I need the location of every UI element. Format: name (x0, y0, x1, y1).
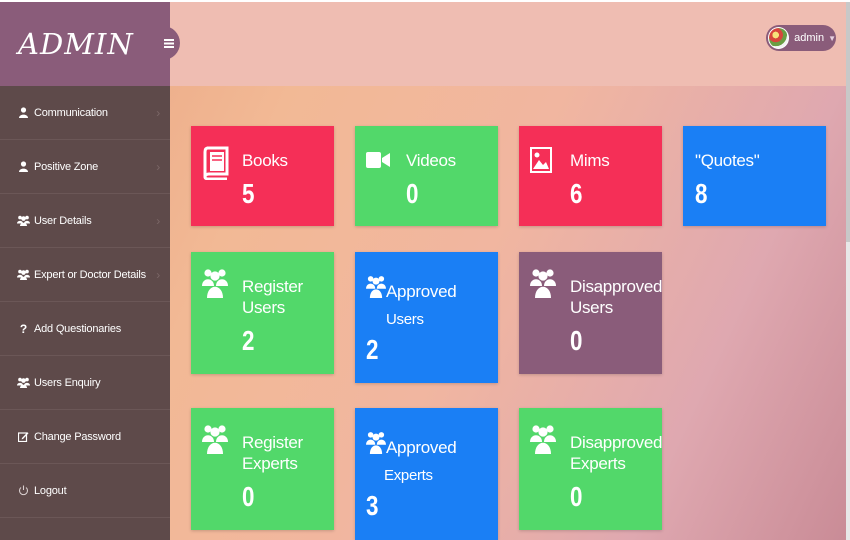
sidebar-item-add-questionaries[interactable]: ? Add Questionaries (0, 302, 170, 356)
users-icon (366, 431, 386, 459)
image-icon (530, 147, 552, 178)
tile-label: Register Users (242, 276, 303, 318)
disapproved-users-tile[interactable]: Disapproved Users 0 (519, 252, 662, 374)
users-icon (17, 269, 30, 280)
tile-value: 2 (242, 325, 255, 356)
tile-label: Disapproved Users (570, 276, 662, 318)
mims-tile[interactable]: Mims 6 (519, 126, 662, 226)
register-users-tile[interactable]: Register Users 2 (191, 252, 334, 374)
tile-value: 0 (406, 178, 419, 209)
tile-value: 6 (570, 178, 583, 209)
approved-experts-tile[interactable]: Approved Experts 3 (355, 408, 498, 540)
chevron-right-icon: › (156, 267, 160, 282)
sidebar-item-label: User Details (34, 214, 92, 227)
user-menu[interactable]: admin ▼ (766, 25, 836, 51)
users-icon (366, 275, 386, 303)
tile-label-line-2: Experts (384, 467, 433, 484)
sidebar-item-label: Positive Zone (34, 160, 99, 173)
sidebar-item-positive-zone[interactable]: Positive Zone › (0, 140, 170, 194)
sidebar-item-logout[interactable]: Logout (0, 464, 170, 518)
power-icon (17, 485, 30, 496)
sidebar-item-change-password[interactable]: Change Password (0, 410, 170, 464)
edit-icon (17, 431, 30, 442)
users-icon (202, 268, 228, 303)
disapproved-experts-tile[interactable]: Disapproved Experts 0 (519, 408, 662, 530)
chevron-right-icon: › (156, 213, 160, 228)
tile-label-line-1: Register (242, 277, 303, 296)
tile-label-line-2: Users (386, 311, 424, 328)
videos-tile[interactable]: Videos 0 (355, 126, 498, 226)
tile-label: Register Experts (242, 432, 303, 474)
tile-label: Videos (406, 151, 456, 170)
tile-label-line-1: Approved (386, 282, 457, 301)
users-icon (202, 424, 228, 459)
users-icon (530, 424, 556, 459)
sidebar-item-label: Expert or Doctor Details (34, 268, 146, 281)
sidebar: Communication › Positive Zone › User Det… (0, 86, 170, 540)
users-icon (17, 215, 30, 226)
scrollbar-thumb[interactable] (846, 2, 850, 242)
page-scrollbar[interactable] (846, 2, 850, 540)
register-experts-tile[interactable]: Register Experts 0 (191, 408, 334, 530)
tile-value: 0 (242, 481, 255, 512)
tile-value: 0 (570, 481, 583, 512)
brand-title: ADMIN (0, 2, 170, 86)
tile-label-line-1: Disapproved (570, 277, 663, 296)
user-icon (17, 161, 30, 172)
tile-label-line-2: Experts (242, 454, 298, 473)
question-icon: ? (19, 321, 28, 336)
tile-label-line-2: Experts (570, 454, 626, 473)
tile-label: Disapproved Experts (570, 432, 662, 474)
sidebar-item-label: Logout (34, 484, 67, 497)
tile-value: 3 (366, 490, 379, 521)
users-icon (530, 268, 556, 303)
caret-down-icon: ▼ (828, 33, 836, 43)
tile-label: Mims (570, 151, 610, 170)
sidebar-item-user-details[interactable]: User Details › (0, 194, 170, 248)
chevron-right-icon: › (156, 159, 160, 174)
approved-users-tile[interactable]: Approved Users 2 (355, 252, 498, 383)
tile-label: Books (242, 151, 288, 170)
book-icon (202, 146, 230, 185)
tile-value: 8 (695, 178, 708, 209)
tile-value: 0 (570, 325, 583, 356)
sidebar-item-label: Communication (34, 106, 108, 119)
tile-value: 5 (242, 178, 255, 209)
tile-label-line-1: Approved (386, 438, 457, 457)
users-icon (17, 377, 30, 388)
sidebar-item-label: Add Questionaries (34, 322, 122, 335)
tile-label: "Quotes" (695, 151, 760, 170)
books-tile[interactable]: Books 5 (191, 126, 334, 226)
tile-label-line-2: Users (570, 298, 613, 317)
quotes-tile[interactable]: "Quotes" 8 (683, 126, 826, 226)
video-camera-icon (366, 150, 390, 175)
sidebar-item-communication[interactable]: Communication › (0, 86, 170, 140)
hamburger-icon (164, 35, 174, 51)
tile-label-line-2: Users (242, 298, 285, 317)
tile-value: 2 (366, 334, 379, 365)
avatar (768, 27, 790, 49)
user-icon (17, 107, 30, 118)
sidebar-item-label: Users Enquiry (34, 376, 101, 389)
sidebar-item-users-enquiry[interactable]: Users Enquiry (0, 356, 170, 410)
user-name: admin (794, 32, 825, 44)
tile-label-line-1: Disapproved (570, 433, 663, 452)
sidebar-item-label: Change Password (34, 430, 121, 443)
sidebar-item-expert-or-doctor-details[interactable]: Expert or Doctor Details › (0, 248, 170, 302)
admin-dashboard: ADMIN admin ▼ Communication › Positive Z… (0, 2, 850, 540)
tile-label-line-1: Register (242, 433, 303, 452)
chevron-right-icon: › (156, 105, 160, 120)
